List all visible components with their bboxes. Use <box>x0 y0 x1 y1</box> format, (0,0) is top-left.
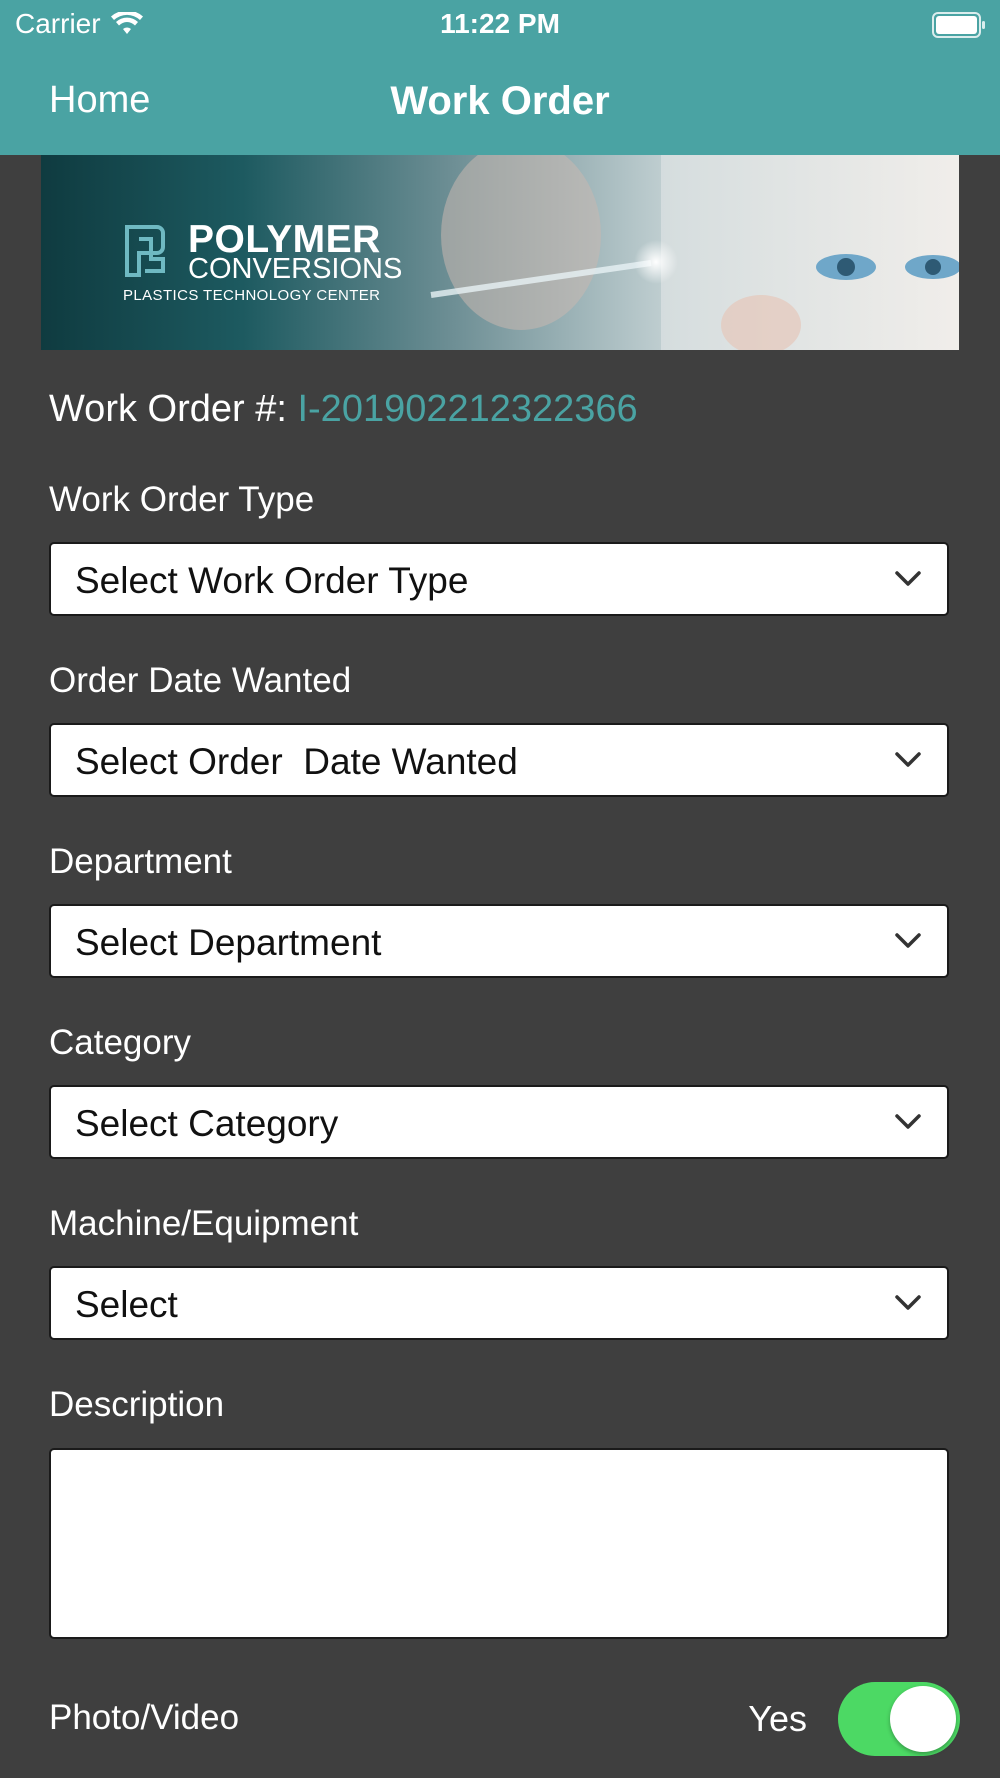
chevron-down-icon <box>895 1295 921 1310</box>
work-order-type-placeholder: Select Work Order Type <box>75 560 469 601</box>
description-textarea[interactable] <box>49 1448 949 1639</box>
photo-video-toggle-text: Yes <box>748 1698 807 1739</box>
machine-equipment-select[interactable]: Select <box>49 1266 949 1340</box>
category-select[interactable]: Select Category <box>49 1085 949 1159</box>
order-date-wanted-placeholder: Select Order Date Wanted <box>75 741 518 782</box>
order-date-wanted-select[interactable]: Select Order Date Wanted <box>49 723 949 797</box>
battery-icon <box>932 12 985 38</box>
status-bar: Carrier 11:22 PM <box>0 0 1000 50</box>
top-bar: Carrier 11:22 PM Home Work Order <box>0 0 1000 155</box>
photo-video-toggle[interactable] <box>838 1682 960 1756</box>
banner-photo <box>430 155 959 350</box>
navigation-bar: Home Work Order <box>0 55 1000 155</box>
chevron-down-icon <box>895 1114 921 1129</box>
work-order-number-line: Work Order #: I-201902212322366 <box>49 388 638 431</box>
department-label: Department <box>49 842 232 881</box>
machine-equipment-label: Machine/Equipment <box>49 1204 359 1243</box>
machine-equipment-placeholder: Select <box>75 1284 178 1325</box>
chevron-down-icon <box>895 933 921 948</box>
order-date-wanted-label: Order Date Wanted <box>49 661 352 700</box>
page-title: Work Order <box>390 79 610 123</box>
toggle-knob <box>890 1686 956 1752</box>
department-select[interactable]: Select Department <box>49 904 949 978</box>
banner-image: POLYMER CONVERSIONS PLASTICS TECHNOLOGY … <box>41 155 959 350</box>
chevron-down-icon <box>895 571 921 586</box>
logo-text-conversions: CONVERSIONS <box>188 253 403 285</box>
photo-video-label: Photo/Video <box>49 1698 240 1737</box>
work-order-type-select[interactable]: Select Work Order Type <box>49 542 949 616</box>
category-label: Category <box>49 1023 192 1062</box>
work-order-number-label: Work Order #: <box>49 388 298 430</box>
status-time: 11:22 PM <box>440 8 560 39</box>
category-placeholder: Select Category <box>75 1103 339 1144</box>
department-placeholder: Select Department <box>75 922 382 963</box>
work-order-number-value: I-201902212322366 <box>297 388 638 430</box>
description-label: Description <box>49 1385 225 1424</box>
polymer-logo-icon <box>125 225 165 277</box>
chevron-down-icon <box>895 752 921 767</box>
logo-text-tagline: PLASTICS TECHNOLOGY CENTER <box>123 287 381 304</box>
work-order-type-label: Work Order Type <box>49 480 315 519</box>
